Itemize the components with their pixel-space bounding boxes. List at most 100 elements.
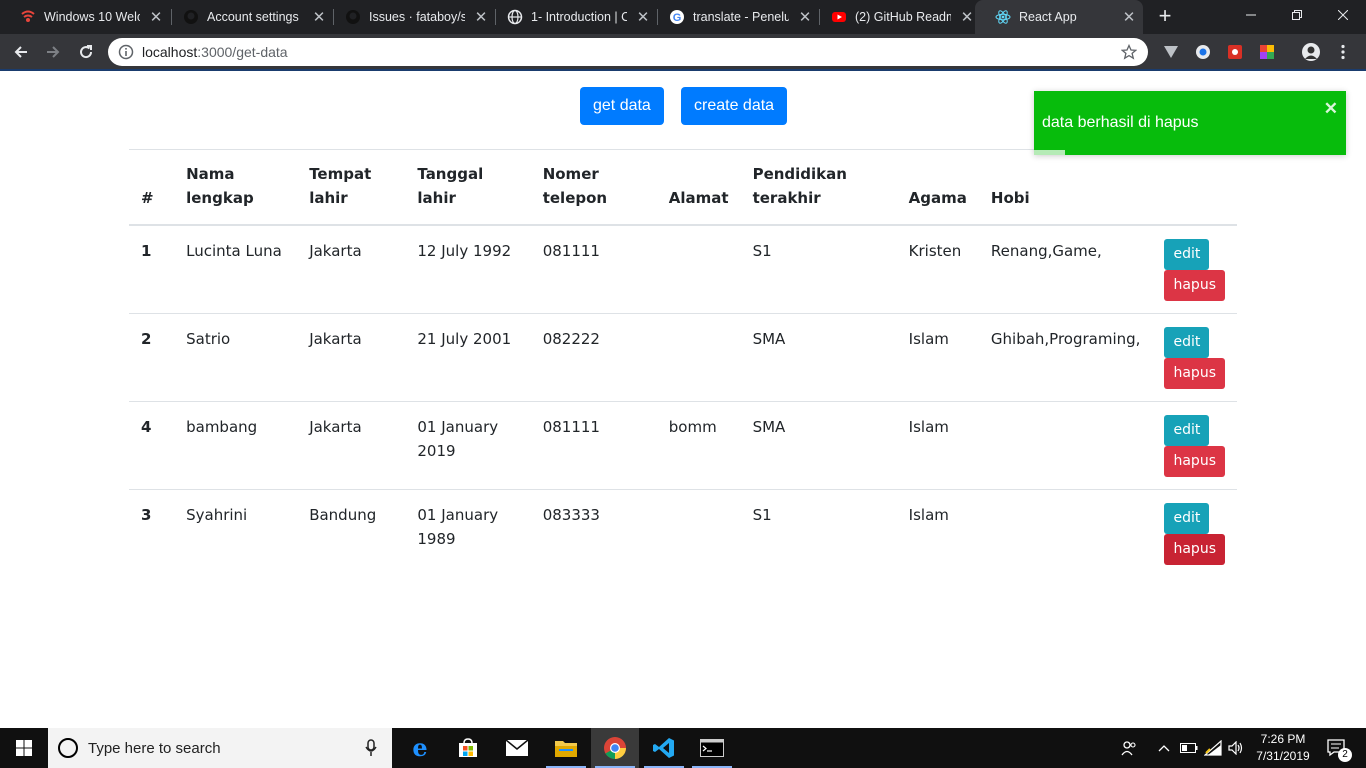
system-clock[interactable]: 7:26 PM 7/31/2019: [1246, 731, 1320, 765]
battery-icon[interactable]: [1178, 728, 1200, 768]
cell-num: 3: [129, 489, 175, 577]
terminal-app[interactable]: [688, 728, 736, 768]
close-window-button[interactable]: [1320, 0, 1366, 30]
hapus-button[interactable]: hapus: [1164, 534, 1225, 565]
cell-alamat: [656, 313, 741, 402]
cell-tanggal: 01 January 1989: [405, 489, 531, 577]
cell-telepon: 083333: [530, 489, 657, 577]
action-center-button[interactable]: 2: [1322, 728, 1352, 768]
address-bar[interactable]: localhost:3000/get-data: [108, 38, 1148, 66]
table-header-row: # Nama lengkap Tempat lahir Tanggal lahir …: [129, 149, 1237, 226]
extension-colorful-icon[interactable]: [1258, 43, 1276, 61]
chevron-up-icon[interactable]: [1154, 728, 1174, 768]
edit-button[interactable]: edit: [1164, 239, 1210, 270]
close-icon[interactable]: ✕: [1324, 99, 1338, 119]
table-row: 4 bambang Jakarta 01 January 2019 081111…: [129, 401, 1237, 490]
close-icon[interactable]: ✕: [959, 9, 975, 26]
cortana-circle-icon: [58, 738, 78, 758]
new-tab-button[interactable]: +: [1154, 5, 1176, 28]
wifi-icon[interactable]: [1202, 728, 1224, 768]
restore-icon: [1292, 10, 1302, 20]
close-icon: [1338, 10, 1348, 20]
back-button[interactable]: [10, 41, 32, 63]
menu-kebab-icon[interactable]: [1334, 43, 1352, 61]
hapus-button[interactable]: hapus: [1164, 446, 1225, 477]
tab-account-settings[interactable]: Account settings ✕: [163, 0, 333, 34]
reload-button[interactable]: [75, 41, 97, 63]
tab-react-app[interactable]: React App ✕: [975, 0, 1143, 34]
forward-button[interactable]: [42, 41, 64, 63]
header-alamat: Alamat: [656, 149, 741, 226]
edge-app[interactable]: e: [396, 728, 444, 768]
microphone-icon[interactable]: [364, 738, 378, 758]
github-icon: [183, 9, 199, 25]
bookmark-star-icon[interactable]: [1120, 43, 1138, 61]
store-bag-icon: [459, 738, 477, 757]
svg-text:G: G: [673, 12, 682, 24]
cell-tempat: Jakarta: [297, 224, 406, 314]
close-icon[interactable]: ✕: [1121, 9, 1137, 26]
hapus-button[interactable]: hapus: [1164, 270, 1225, 301]
react-icon: [995, 9, 1011, 25]
minimize-button[interactable]: [1228, 0, 1274, 30]
restore-button[interactable]: [1274, 0, 1320, 30]
tab-translate[interactable]: G translate - Penelus ✕: [649, 0, 819, 34]
cell-tanggal: 12 July 1992: [405, 224, 531, 314]
folder-icon: [555, 741, 577, 757]
cell-agama: Islam: [896, 313, 979, 402]
success-toast[interactable]: data berhasil di hapus ✕: [1034, 91, 1346, 155]
get-data-button[interactable]: get data: [580, 87, 664, 125]
tab-title: 1- Introduction | C: [531, 10, 627, 24]
edit-button[interactable]: edit: [1164, 415, 1210, 446]
browser-tab-strip: Windows 10 Welcome ✕ Account settings ✕ …: [0, 0, 1366, 34]
minimize-icon: [1246, 14, 1256, 16]
volume-icon[interactable]: [1226, 728, 1246, 768]
chrome-app[interactable]: [591, 728, 639, 768]
tab-issues[interactable]: Issues · fataboy/se ✕: [325, 0, 495, 34]
cell-tanggal: 01 January 2019: [405, 401, 531, 490]
cell-tempat: Jakarta: [297, 313, 406, 402]
store-app[interactable]: [444, 728, 492, 768]
cell-hobi: Ghibah,Programing,: [978, 313, 1153, 402]
header-text: lahir: [309, 189, 348, 207]
cell-hobi: [978, 401, 1153, 490]
mail-app[interactable]: [493, 728, 541, 768]
header-agama: Agama: [896, 149, 979, 226]
tab-introduction[interactable]: 1- Introduction | C ✕: [487, 0, 657, 34]
edit-button[interactable]: edit: [1164, 503, 1210, 534]
tab-title: Account settings: [207, 10, 299, 24]
vscode-app[interactable]: [640, 728, 688, 768]
tab-windows-welcome[interactable]: Windows 10 Welcome ✕: [0, 0, 170, 34]
cell-nama: Satrio: [174, 313, 298, 402]
start-button[interactable]: [0, 728, 48, 768]
header-text: Nomer: [542, 165, 599, 183]
people-icon[interactable]: [1118, 728, 1140, 768]
create-data-button[interactable]: create data: [681, 87, 788, 125]
cell-num: 4: [129, 401, 175, 490]
youtube-icon: [831, 9, 847, 25]
windows-welcome-icon: [20, 9, 36, 25]
url-host: localhost: [142, 44, 198, 60]
file-explorer-app[interactable]: [542, 728, 590, 768]
cell-agama: Islam: [896, 401, 979, 490]
windows-logo-icon: [16, 740, 32, 756]
taskbar-search-box[interactable]: Type here to search: [48, 728, 392, 768]
extension-circle-icon[interactable]: [1194, 43, 1212, 61]
edit-button[interactable]: edit: [1164, 327, 1210, 358]
vue-devtools-icon[interactable]: [1162, 43, 1180, 61]
hapus-button[interactable]: hapus: [1164, 358, 1225, 389]
browser-toolbar: localhost:3000/get-data: [0, 34, 1366, 71]
tab-title: translate - Penelus: [693, 10, 789, 24]
vscode-icon: [653, 738, 674, 758]
arrow-right-icon: [47, 46, 60, 58]
reload-icon: [80, 45, 93, 59]
header-tanggal: Tanggal lahir: [405, 149, 531, 226]
cell-nama: bambang: [174, 401, 298, 490]
close-icon[interactable]: ✕: [148, 9, 164, 26]
tab-youtube[interactable]: (2) GitHub Readme ✕: [811, 0, 981, 34]
cell-actions: edit hapus: [1152, 489, 1237, 577]
cell-tempat: Jakarta: [297, 401, 406, 490]
info-icon[interactable]: [118, 44, 134, 60]
profile-avatar[interactable]: [1302, 43, 1320, 61]
extension-red-icon[interactable]: [1226, 43, 1244, 61]
